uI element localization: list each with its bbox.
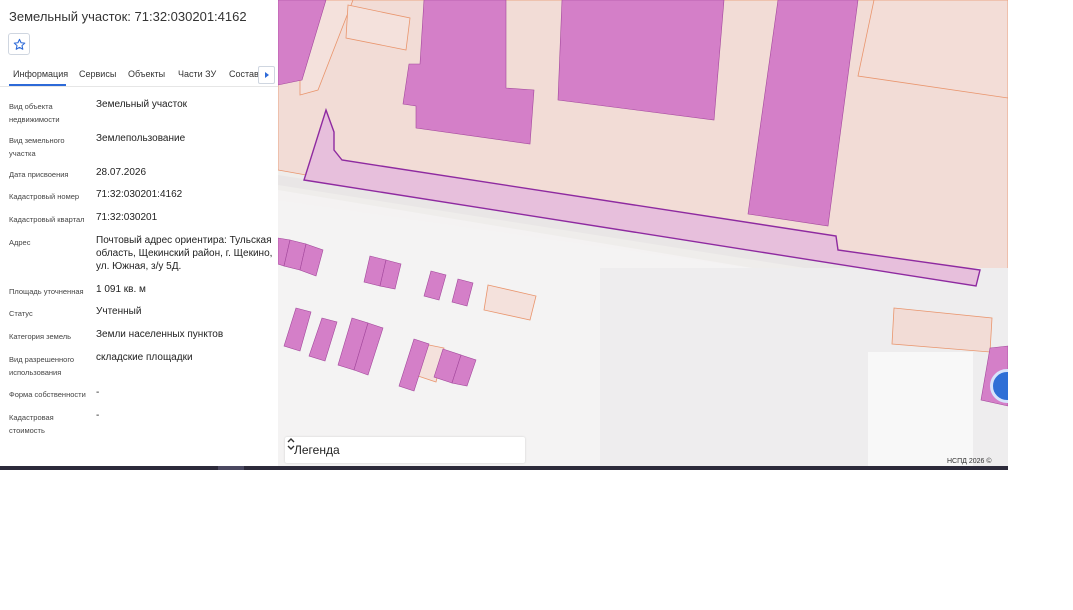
field-value: 28.07.2026 (96, 167, 147, 178)
tab-objects[interactable]: Объекты (128, 69, 165, 79)
field-label: Адрес (9, 238, 31, 247)
field-label: Категория земель (9, 332, 72, 341)
field-label: Вид разрешенного использования (9, 355, 75, 377)
field-value: Учтенный (96, 306, 142, 317)
field-value[interactable]: 71:32:030201:4162 (96, 189, 274, 202)
legend-label: Легенда (294, 443, 340, 457)
field-label: Площадь уточненная (9, 287, 84, 296)
bottom-bar (0, 466, 1008, 470)
building-large-north[interactable] (557, 0, 725, 121)
field-label: Кадастровый номер (9, 192, 80, 201)
panel-title: Земельный участок: 71:32:030201:4162 (9, 9, 247, 24)
field-label: Вид объекта недвижимости (9, 102, 60, 124)
field-label: Кадастровая стоимость (9, 413, 54, 435)
field-label: Вид земельного участка (9, 136, 65, 158)
chevron-up-down-icon (287, 438, 295, 450)
tab-parts[interactable]: Части ЗУ (178, 69, 216, 79)
field-value: Почтовый адрес ориентира: Тульская облас… (96, 235, 273, 272)
field-value[interactable]: 71:32:030201 (96, 212, 274, 225)
legend-dropdown[interactable]: Легенда (285, 437, 525, 463)
tab-services[interactable]: Сервисы (79, 69, 116, 79)
field-label: Статус (9, 309, 33, 318)
field-value: - (96, 410, 100, 421)
white-lot (868, 352, 973, 466)
field-label: Дата присвоения (9, 170, 69, 179)
tab-bar: Информация Сервисы Объекты Части ЗУ Сост… (0, 64, 278, 87)
map-view[interactable]: Легенда НСПД 2026 © (278, 0, 1008, 466)
field-value: 1 091 кв. м (96, 284, 146, 295)
map-canvas[interactable] (278, 0, 1008, 466)
field-label: Кадастровый квартал (9, 215, 85, 224)
tab-scroll-right-button[interactable] (258, 66, 275, 84)
field-label: Форма собственности (9, 390, 86, 399)
field-value: Землепользование (96, 133, 186, 144)
info-panel: Земельный участок: 71:32:030201:4162 Инф… (0, 0, 278, 466)
tab-composition[interactable]: Состав (229, 69, 259, 79)
field-value: - (96, 387, 100, 398)
active-tab-indicator (9, 84, 66, 86)
copyright-text: НСПД 2026 © (947, 458, 992, 465)
field-value: Земельный участок (96, 99, 188, 110)
favorite-button[interactable] (8, 33, 30, 55)
field-value: Земли населенных пунктов (96, 329, 224, 340)
triangle-right-icon (264, 72, 269, 78)
app-window: Земельный участок: 71:32:030201:4162 Инф… (0, 0, 1008, 470)
star-outline-icon (13, 38, 25, 50)
bottom-bar-segment (218, 466, 244, 470)
tab-information[interactable]: Информация (13, 69, 68, 79)
field-value: складские площадки (96, 352, 193, 363)
